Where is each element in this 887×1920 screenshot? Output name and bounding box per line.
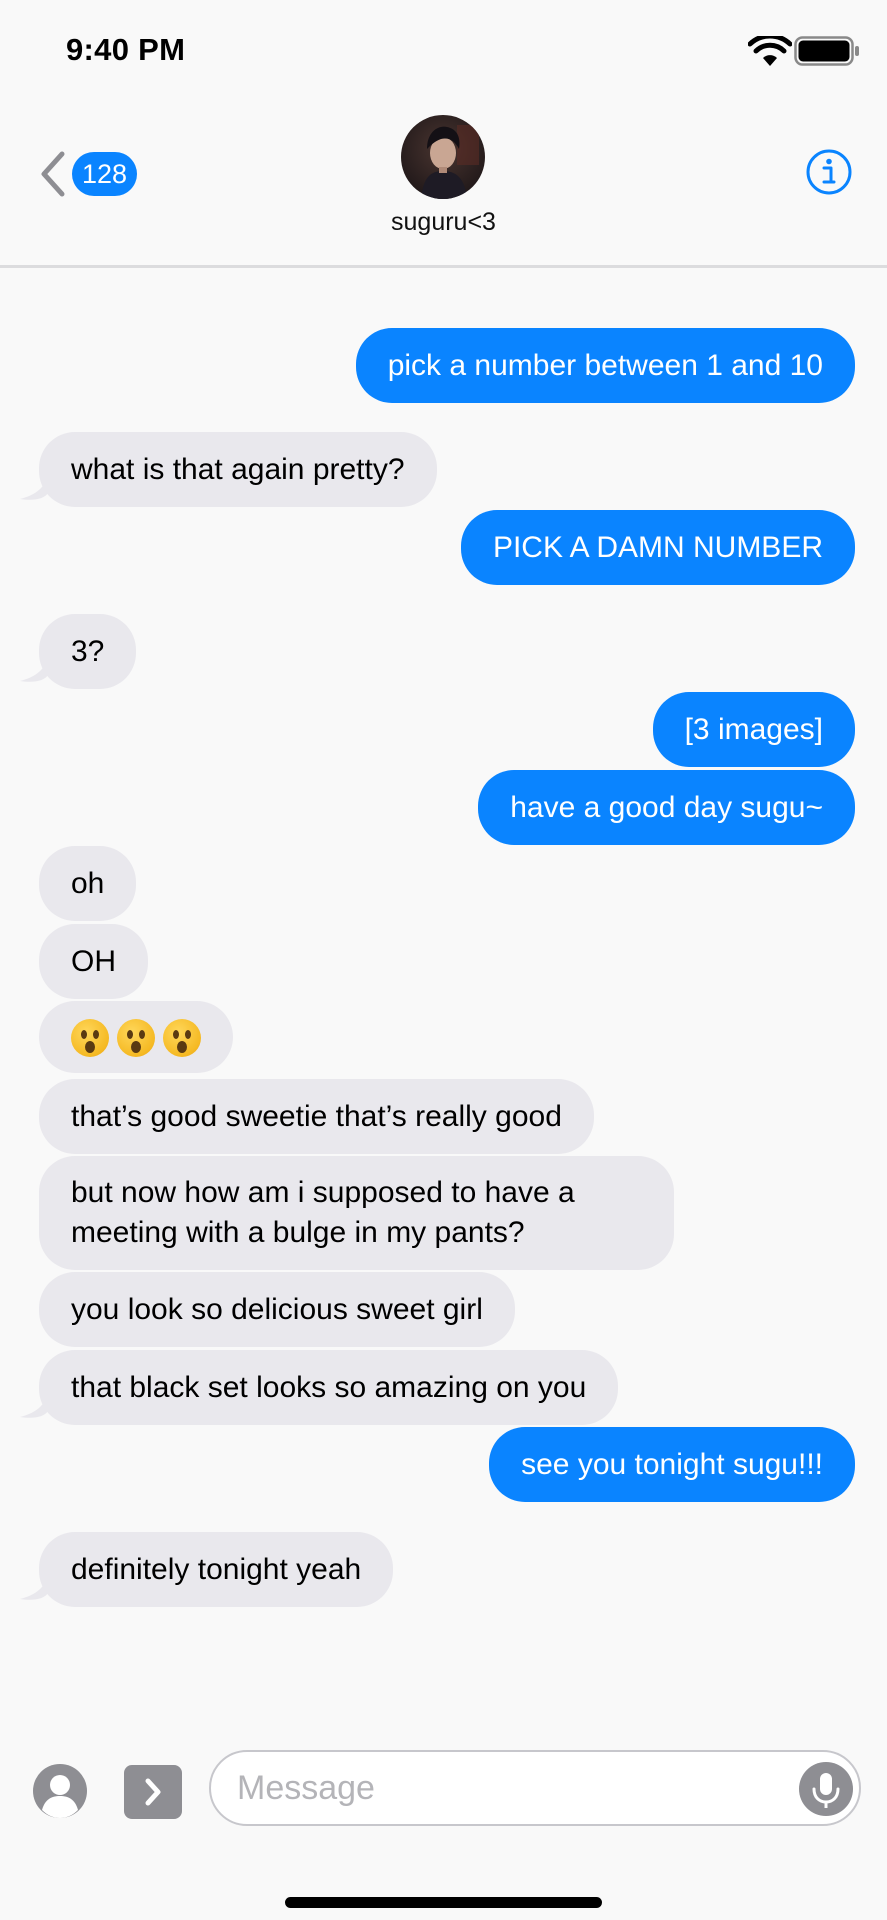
message-bubble-emoji[interactable] — [39, 1001, 233, 1074]
astonished-face-emoji — [117, 1019, 155, 1058]
status-bar: 9:40 PM — [0, 0, 887, 100]
astonished-face-emoji — [163, 1019, 201, 1058]
message-bubble-outgoing[interactable]: have a good day sugu~ — [478, 770, 855, 845]
conversation-header: 128 suguru<3 — [0, 100, 887, 268]
message-bubble-incoming[interactable]: 3? — [39, 614, 137, 689]
wifi-icon — [748, 36, 792, 66]
message-bubble-incoming[interactable]: oh — [39, 846, 137, 921]
status-time: 9:40 PM — [66, 32, 186, 67]
message-bubble-incoming[interactable]: you look so delicious sweet girl — [39, 1272, 515, 1347]
message-field[interactable] — [209, 1750, 861, 1826]
message-bubble-outgoing[interactable]: [3 images] — [652, 692, 855, 767]
message-bubble-incoming[interactable]: definitely tonight yeah — [39, 1532, 394, 1607]
message-composer — [0, 1740, 887, 1920]
home-indicator — [285, 1897, 602, 1908]
astonished-face-emoji — [71, 1019, 109, 1058]
message-thread[interactable]: pick a number between 1 and 10 what is t… — [0, 270, 887, 1740]
message-bubble-incoming[interactable]: OH — [39, 924, 148, 999]
person-icon[interactable] — [32, 1763, 88, 1819]
battery-icon — [794, 36, 859, 66]
message-bubble-outgoing[interactable]: pick a number between 1 and 10 — [355, 328, 855, 403]
chevron-left-icon — [41, 151, 65, 197]
microphone-icon[interactable] — [799, 1762, 853, 1816]
messages-screen: 9:40 PM 128 suguru<3 pick a number betwe… — [0, 0, 887, 1920]
message-bubble-outgoing[interactable]: see you tonight sugu!!! — [489, 1427, 855, 1502]
chevron-right-icon — [145, 1778, 161, 1806]
message-bubble-outgoing[interactable]: PICK A DAMN NUMBER — [460, 510, 855, 585]
message-bubble-incoming[interactable]: that’s good sweetie that’s really good — [39, 1079, 594, 1154]
bubble-tail — [20, 1573, 48, 1600]
message-input[interactable] — [237, 1752, 777, 1824]
unread-count-badge: 128 — [72, 152, 138, 196]
bubble-tail — [20, 655, 48, 682]
apps-button[interactable] — [124, 1765, 182, 1819]
info-icon[interactable] — [805, 148, 853, 196]
back-button[interactable]: 128 — [36, 146, 138, 202]
contact-avatar[interactable] — [401, 115, 485, 199]
contact-name[interactable]: suguru<3 — [0, 208, 887, 237]
message-bubble-incoming[interactable]: but now how am i supposed to have a meet… — [39, 1156, 674, 1270]
message-bubble-incoming[interactable]: what is that again pretty? — [39, 432, 437, 507]
bubble-tail — [20, 473, 48, 500]
message-bubble-incoming[interactable]: that black set looks so amazing on you — [39, 1350, 619, 1425]
bubble-tail — [20, 1391, 48, 1418]
